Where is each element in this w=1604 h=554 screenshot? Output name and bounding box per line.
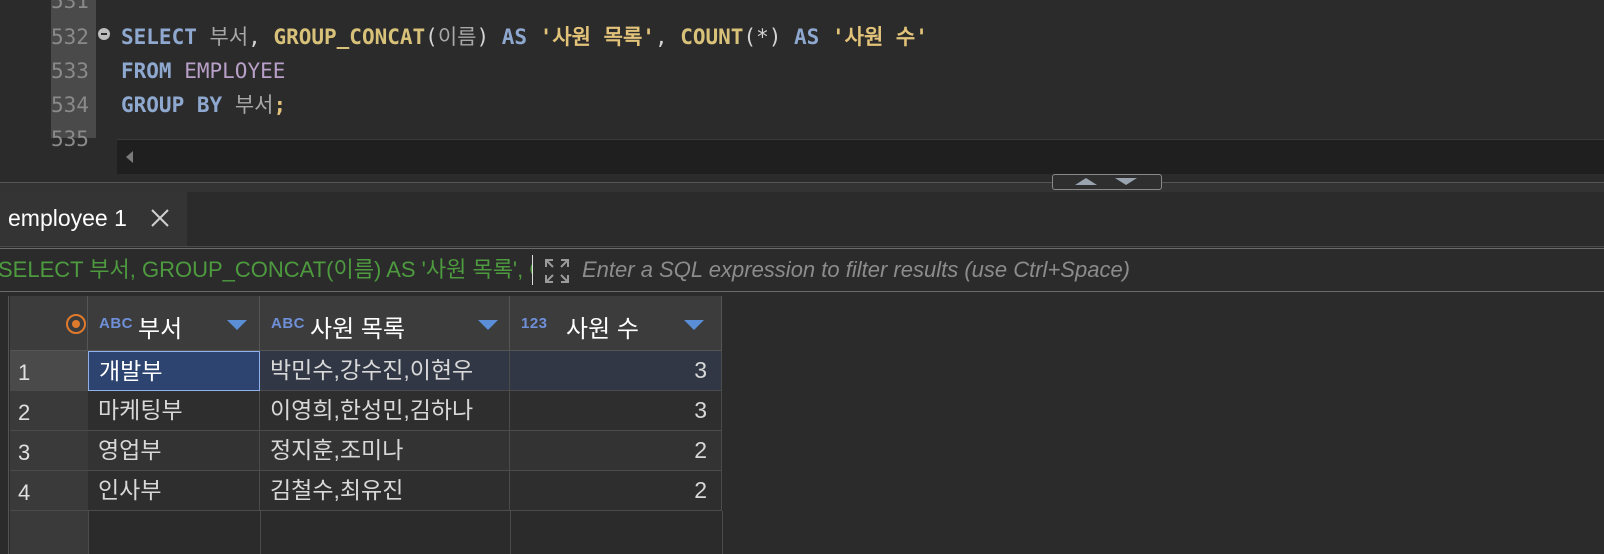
line-number: 534 bbox=[51, 93, 89, 117]
close-icon[interactable] bbox=[148, 206, 172, 230]
record-icon[interactable] bbox=[66, 314, 86, 334]
row-number[interactable]: 3 bbox=[10, 431, 88, 471]
code-token: ( bbox=[425, 25, 438, 49]
code-token: SELECT bbox=[121, 25, 197, 49]
grid-left-edge bbox=[0, 296, 9, 554]
code-token: , bbox=[248, 25, 274, 49]
tab-employee-1[interactable]: employee 1 bbox=[0, 192, 187, 246]
sql-editor[interactable]: 531 532 533 534 535 SELECT 부서, GROUP_CON… bbox=[0, 0, 1604, 182]
table-row[interactable]: 3 영업부 정지훈,조미나 2 bbox=[10, 431, 722, 471]
cell-dept[interactable]: 개발부 bbox=[88, 351, 260, 391]
column-header-dept[interactable]: ABC 부서 bbox=[88, 296, 260, 351]
cell-count[interactable]: 3 bbox=[510, 391, 722, 431]
table-row[interactable]: 2 마케팅부 이영희,한성민,김하나 3 bbox=[10, 391, 722, 431]
code-token: GROUP_CONCAT bbox=[273, 25, 426, 49]
line-number: 532 bbox=[51, 25, 89, 49]
column-label: 사원 수 bbox=[566, 316, 639, 343]
cell-members[interactable]: 박민수,강수진,이현우 bbox=[260, 351, 510, 391]
code-token: AS bbox=[501, 25, 528, 49]
code-token: 부서 bbox=[234, 93, 274, 117]
column-header-count[interactable]: 123 사원 수 bbox=[510, 296, 722, 351]
grid-line bbox=[510, 511, 511, 554]
line-number: 531 bbox=[51, 0, 89, 13]
cell-count[interactable]: 3 bbox=[510, 351, 722, 391]
column-label: 부서 bbox=[138, 316, 183, 343]
splitter-down-icon[interactable] bbox=[1115, 178, 1137, 185]
column-type-badge: 123 bbox=[521, 315, 548, 332]
cell-members[interactable]: 정지훈,조미나 bbox=[260, 431, 510, 471]
query-text[interactable]: SELECT 부서, GROUP_CONCAT(이름) AS '사원 목록', … bbox=[0, 249, 532, 291]
row-number[interactable]: 1 bbox=[10, 351, 88, 391]
code-token: AS bbox=[794, 25, 820, 49]
filter-input[interactable]: Enter a SQL expression to filter results… bbox=[582, 249, 1130, 291]
row-number[interactable]: 2 bbox=[10, 391, 88, 431]
grid-corner[interactable] bbox=[10, 296, 88, 351]
cell-members[interactable]: 이영희,한성민,김하나 bbox=[260, 391, 510, 431]
filter-bar: SELECT 부서, GROUP_CONCAT(이름) AS '사원 목록', … bbox=[0, 248, 1604, 292]
horizontal-scrollbar[interactable] bbox=[117, 139, 1604, 174]
column-type-badge: ABC bbox=[271, 315, 305, 332]
sort-down-icon[interactable] bbox=[684, 320, 704, 330]
row-number[interactable]: 4 bbox=[10, 471, 88, 511]
code-line[interactable]: GROUP BY 부서; bbox=[121, 88, 286, 122]
grid-line bbox=[260, 511, 261, 554]
column-header-members[interactable]: ABC 사원 목록 bbox=[260, 296, 510, 351]
expand-icon[interactable] bbox=[543, 257, 571, 285]
tab-label: employee 1 bbox=[8, 205, 127, 231]
code-token: GROUP BY bbox=[121, 93, 223, 117]
code-token: 부서 bbox=[209, 25, 249, 49]
cell-dept[interactable]: 마케팅부 bbox=[88, 391, 260, 431]
cell-dept[interactable]: 영업부 bbox=[88, 431, 260, 471]
table-row[interactable]: 1 개발부 박민수,강수진,이현우 3 bbox=[10, 351, 722, 391]
code-token: ; bbox=[273, 93, 287, 117]
code-token: '사원 목록' bbox=[539, 25, 655, 49]
grid-line bbox=[88, 511, 89, 554]
code-token: (*) bbox=[743, 25, 795, 49]
code-token: COUNT bbox=[680, 25, 744, 49]
line-number: 533 bbox=[51, 59, 89, 83]
code-token: FROM bbox=[121, 59, 172, 83]
code-token: '사원 수' bbox=[831, 25, 928, 49]
code-token: ) bbox=[476, 25, 502, 49]
column-label: 사원 목록 bbox=[310, 316, 405, 343]
splitter-handle[interactable] bbox=[1052, 174, 1162, 190]
cell-count[interactable]: 2 bbox=[510, 471, 722, 511]
code-token: , bbox=[654, 25, 681, 49]
grid-line bbox=[722, 511, 723, 554]
table-row[interactable]: 4 인사부 김철수,최유진 2 bbox=[10, 471, 722, 511]
code-token: EMPLOYEE bbox=[184, 59, 286, 83]
text-caret bbox=[532, 255, 533, 285]
code-line[interactable]: FROM EMPLOYEE bbox=[121, 54, 285, 88]
sort-down-icon[interactable] bbox=[478, 320, 498, 330]
splitter-up-icon[interactable] bbox=[1075, 178, 1097, 185]
line-number: 535 bbox=[51, 127, 89, 151]
query-text-value: SELECT 부서, GROUP_CONCAT(이름) AS '사원 목록', … bbox=[0, 257, 532, 282]
results-tab-bar: employee 1 bbox=[0, 192, 1604, 247]
column-type-badge: ABC bbox=[99, 315, 133, 332]
code-line[interactable]: SELECT 부서, GROUP_CONCAT(이름) AS '사원 목록', … bbox=[121, 20, 928, 54]
cell-dept[interactable]: 인사부 bbox=[88, 471, 260, 511]
sort-down-icon[interactable] bbox=[227, 320, 247, 330]
results-grid[interactable]: ABC 부서 ABC 사원 목록 123 사원 수 1 개발부 박민수,강수진,… bbox=[0, 296, 1604, 554]
scroll-left-icon[interactable] bbox=[126, 151, 133, 163]
fold-collapse-icon[interactable] bbox=[98, 28, 110, 40]
cell-members[interactable]: 김철수,최유진 bbox=[260, 471, 510, 511]
code-token: 이름 bbox=[437, 25, 477, 49]
cell-count[interactable]: 2 bbox=[510, 431, 722, 471]
